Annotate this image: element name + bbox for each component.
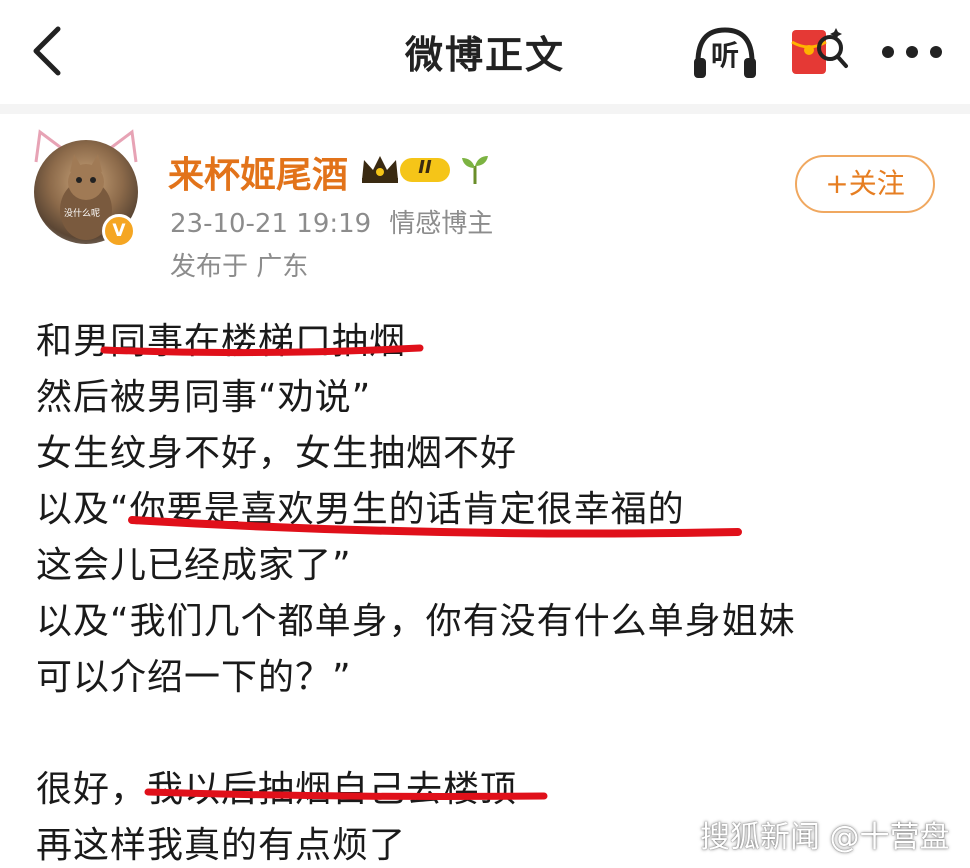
top-nav-bar: 微博正文 听 — [0, 0, 970, 104]
more-dot — [882, 46, 894, 58]
level-label: II — [418, 157, 432, 178]
more-dot — [930, 46, 942, 58]
post-text-line: 很好，我以后抽烟自己去楼顶 — [36, 769, 518, 810]
red-envelope-search-icon — [791, 28, 848, 74]
post-location: 发布于 广东 — [170, 252, 309, 282]
watermark: 搜狐新闻 @十营盘 — [700, 820, 950, 855]
post-text-line: 这会儿已经成家了” — [36, 545, 352, 586]
verified-badge: V — [102, 214, 136, 248]
author-avatar[interactable]: 没什么呢 V — [30, 126, 142, 248]
post-text-line: 再这样我真的有点烦了 — [36, 825, 407, 866]
post-text-line: 和男同事在楼梯口抽烟 — [36, 321, 407, 362]
sprout-icon — [462, 156, 488, 184]
post-text-line: 女生纹身不好，女生抽烟不好 — [36, 433, 518, 474]
author-role: 情感博主 — [389, 209, 494, 239]
post-text-line: 可以介绍一下的？” — [36, 657, 352, 698]
post-text-line: 以及“你要是喜欢男生的话肯定很幸福的 — [36, 489, 685, 530]
more-button[interactable] — [872, 24, 952, 80]
listen-label: 听 — [710, 39, 739, 72]
avatar-caption: 没什么呢 — [64, 209, 101, 219]
post-timestamp: 23-10-21 19:19 — [170, 209, 372, 239]
follow-button[interactable]: +关注 — [795, 155, 935, 213]
post-meta: 23-10-21 19:19 情感博主 — [170, 203, 493, 240]
author-name[interactable]: 来杯姬尾酒 — [168, 146, 348, 198]
listen-button[interactable]: 听 — [690, 22, 760, 82]
red-envelope-button[interactable] — [786, 20, 850, 84]
post-text-line: 然后被男同事“劝说” — [36, 377, 372, 418]
section-divider — [0, 104, 970, 114]
member-level-badge[interactable]: II — [360, 152, 452, 186]
more-dot — [906, 46, 918, 58]
post-text-line: 以及“我们几个都单身，你有没有什么单身姐妹 — [36, 601, 796, 642]
